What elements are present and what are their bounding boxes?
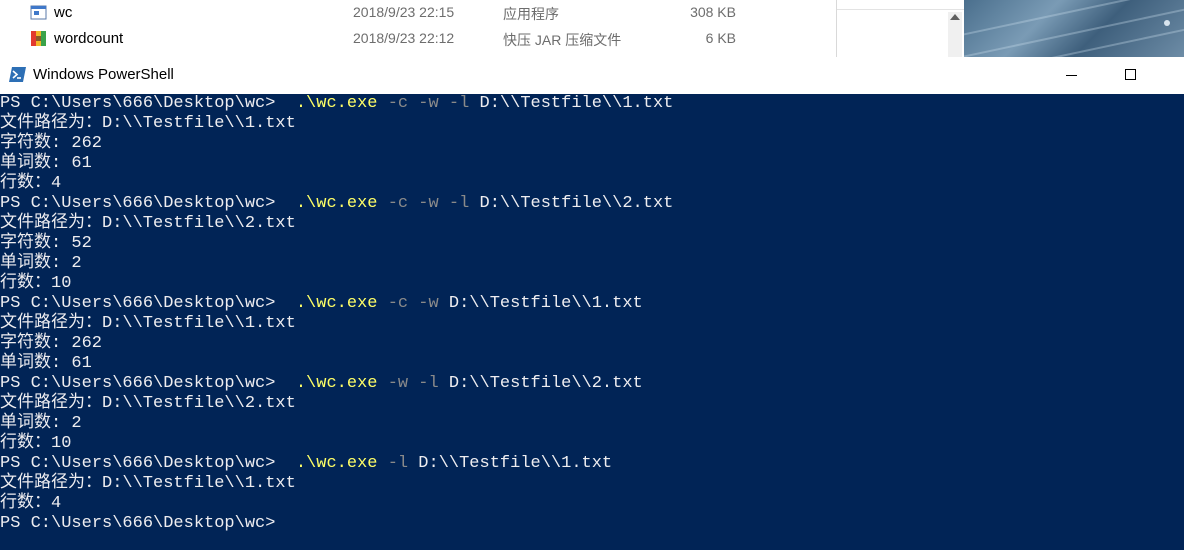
console-command-line: PS C:\Users\666\Desktop\wc> .\wc.exe -c … [0,194,673,214]
console-argument: D:\\Testfile\\2.txt [479,194,674,213]
console-parameter: -l [448,194,470,213]
console-prompt: PS C:\Users\666\Desktop\wc> [0,294,276,313]
powershell-window: Windows PowerShell PS C:\Users\666\Deskt… [0,57,1184,550]
console-output-line: 行数：10 [0,434,72,453]
file-name: wordcount [54,30,124,47]
console-prompt: PS C:\Users\666\Desktop\wc> [0,194,276,213]
console-output-line: 单词数: 61 [0,354,92,373]
console-output-line: 行数：10 [0,274,72,293]
console-output-line: 字符数: 52 [0,234,92,253]
console-command: .\wc.exe [295,194,378,213]
console-command-line: PS C:\Users\666\Desktop\wc> .\wc.exe -c … [0,94,673,114]
file-date: 2018/9/23 22:12 [353,30,455,46]
console-output-line: 单词数: 61 [0,154,92,173]
console-parameter: -c [387,294,409,313]
window-title: Windows PowerShell [33,66,174,83]
file-size: 6 KB [705,30,736,46]
powershell-icon [9,67,26,82]
file-type: 快压 JAR 压缩文件 [503,32,622,48]
console-parameter: -c [387,194,409,213]
console-output-line: 文件路径为：D:\\Testfile\\1.txt [0,114,296,133]
console-command-line: PS C:\Users\666\Desktop\wc> .\wc.exe -w … [0,374,643,394]
file-type: 应用程序 [503,6,559,22]
scroll-up-arrow-icon[interactable] [950,14,960,20]
console-prompt: PS C:\Users\666\Desktop\wc> [0,374,276,393]
jar-archive-icon [31,31,46,46]
file-row-wc[interactable]: wc 2018/9/23 22:15 应用程序 308 KB [0,0,836,26]
console-output-line: 行数：4 [0,494,62,513]
maximize-icon [1125,69,1136,80]
console-prompt: PS C:\Users\666\Desktop\wc> [0,514,276,533]
console-argument: D:\\Testfile\\1.txt [479,94,674,113]
console-parameter: -l [387,454,409,473]
console-parameter: -w [418,94,439,113]
console-command: .\wc.exe [295,454,378,473]
console-output-line: 字符数: 262 [0,334,103,353]
file-size: 308 KB [690,4,736,20]
file-explorer-list: wc 2018/9/23 22:15 应用程序 308 KB wordcount… [0,0,836,57]
title-bar[interactable]: Windows PowerShell [0,57,1184,94]
console-parameter: -w [418,194,439,213]
console-output-line: 单词数: 2 [0,414,82,433]
console-output-line: 文件路径为：D:\\Testfile\\2.txt [0,214,296,233]
console-argument: D:\\Testfile\\2.txt [448,374,643,393]
minimize-button[interactable] [1048,57,1094,94]
console-command-line: PS C:\Users\666\Desktop\wc> [0,514,275,534]
divider [837,9,964,10]
console-output-line: 文件路径为：D:\\Testfile\\2.txt [0,394,296,413]
file-row-wordcount[interactable]: wordcount 2018/9/23 22:12 快压 JAR 压缩文件 6 … [0,26,836,52]
console-parameter: -c [387,94,409,113]
console-parameter: -l [418,374,439,393]
console-argument: D:\\Testfile\\1.txt [418,454,613,473]
console-command: .\wc.exe [295,374,378,393]
desktop-wallpaper [964,0,1184,57]
console-output-line: 行数：4 [0,174,62,193]
console-output-line: 文件路径为：D:\\Testfile\\1.txt [0,314,296,333]
file-date: 2018/9/23 22:15 [353,4,455,20]
explorer-side-pane [837,0,964,57]
console-output[interactable]: PS C:\Users\666\Desktop\wc> .\wc.exe -c … [0,94,1184,550]
console-command: .\wc.exe [295,94,378,113]
console-command-line: PS C:\Users\666\Desktop\wc> .\wc.exe -c … [0,294,643,314]
console-argument: D:\\Testfile\\1.txt [448,294,643,313]
maximize-button[interactable] [1108,57,1154,94]
file-name: wc [54,4,73,21]
console-output-line: 单词数: 2 [0,254,82,273]
console-command-line: PS C:\Users\666\Desktop\wc> .\wc.exe -l … [0,454,612,474]
console-parameter: -w [387,374,409,393]
console-parameter: -w [418,294,439,313]
console-prompt: PS C:\Users\666\Desktop\wc> [0,454,276,473]
console-parameter: -l [448,94,470,113]
wallpaper-dot [1164,20,1170,26]
console-output-line: 字符数: 262 [0,134,103,153]
minimize-icon [1066,75,1077,76]
console-command: .\wc.exe [295,294,378,313]
console-prompt: PS C:\Users\666\Desktop\wc> [0,94,276,113]
exe-icon [30,5,47,20]
console-output-line: 文件路径为：D:\\Testfile\\1.txt [0,474,296,493]
